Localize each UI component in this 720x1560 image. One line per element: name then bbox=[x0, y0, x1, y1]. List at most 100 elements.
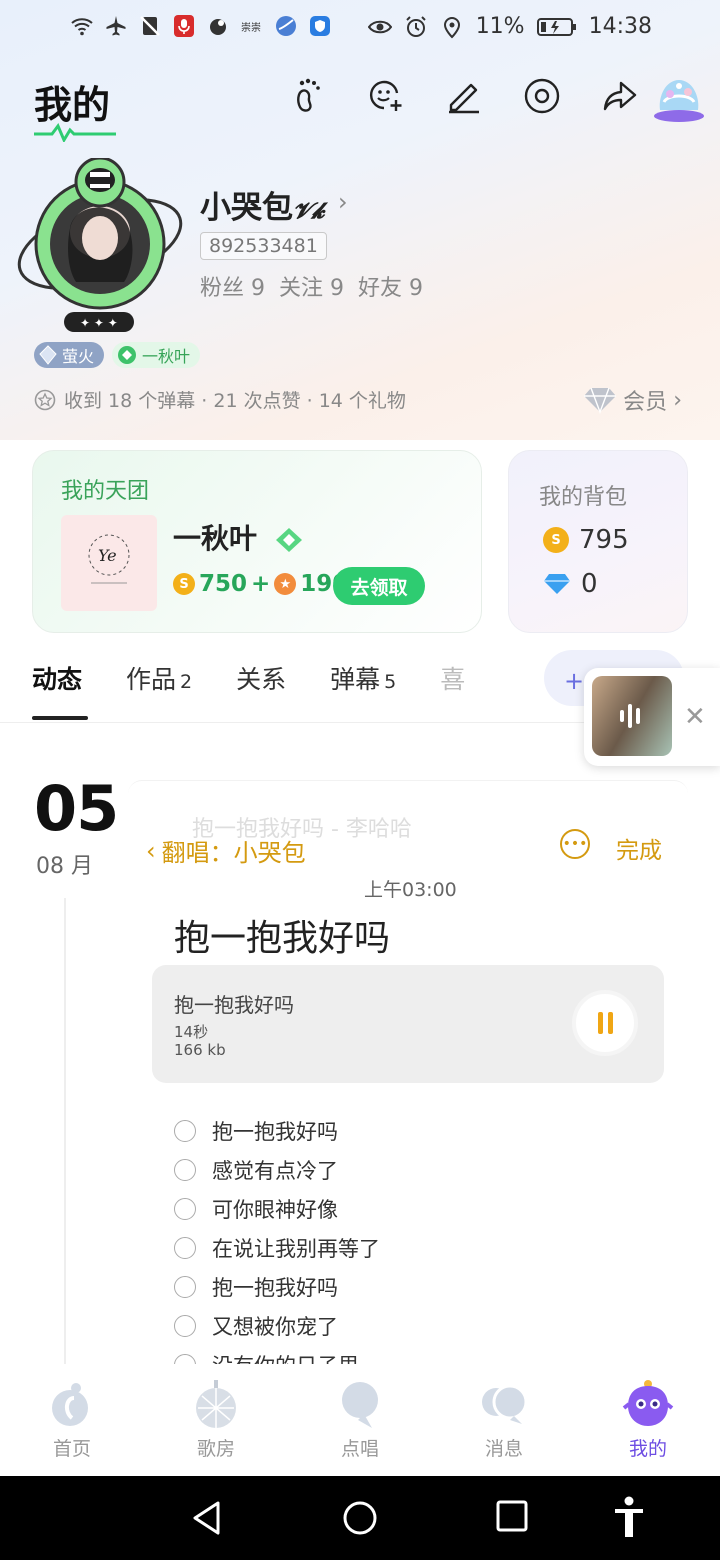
svg-text:崇崇: 崇崇 bbox=[241, 22, 261, 34]
follows-count[interactable]: 关注 9 bbox=[279, 270, 344, 302]
post-time: 上午03:00 bbox=[364, 879, 457, 901]
user-id[interactable]: 892533481 bbox=[200, 232, 327, 260]
settings-icon[interactable] bbox=[522, 76, 562, 116]
diamond-icon bbox=[544, 574, 570, 594]
nav-ktv-room[interactable]: 歌房 bbox=[144, 1364, 288, 1476]
nav-label: 点唱 bbox=[340, 1438, 379, 1460]
tab-works[interactable]: 作品 2 bbox=[126, 660, 192, 696]
coin-icon: S bbox=[543, 527, 569, 553]
svg-text:✦ ✦ ✦: ✦ ✦ ✦ bbox=[80, 316, 118, 330]
chevron-right-icon[interactable]: › bbox=[338, 188, 348, 216]
clock: 14:38 bbox=[588, 14, 652, 39]
timeline-line bbox=[64, 898, 66, 1364]
tab-likes[interactable]: 喜 bbox=[440, 660, 465, 696]
done-button[interactable]: 完成 bbox=[616, 831, 662, 865]
group-name-text: 一秋叶 bbox=[173, 522, 258, 555]
close-icon[interactable]: ✕ bbox=[684, 702, 706, 732]
nav-label: 我的 bbox=[628, 1438, 667, 1460]
mini-player[interactable]: ✕ bbox=[584, 668, 720, 766]
checkbox[interactable] bbox=[174, 1236, 196, 1259]
group-badge[interactable]: 一秋叶 bbox=[112, 342, 201, 368]
battery-percent: 11% bbox=[475, 14, 525, 39]
lyric-text: 可你眼神好像 bbox=[212, 1197, 338, 1222]
checkbox[interactable] bbox=[174, 1197, 196, 1220]
shield-app-icon bbox=[310, 16, 330, 36]
lyric-item[interactable]: 又想被你宠了 bbox=[174, 1306, 380, 1345]
home-button-icon[interactable] bbox=[342, 1500, 378, 1536]
lyric-item[interactable]: 在说让我别再等了 bbox=[174, 1228, 380, 1267]
tab-moments[interactable]: 动态 bbox=[32, 660, 89, 720]
friends-count[interactable]: 好友 9 bbox=[358, 270, 423, 302]
cover-back-link[interactable]: ‹ 翻唱：小哭包 bbox=[146, 833, 306, 868]
home-icon bbox=[52, 1383, 88, 1426]
bag-coins: 795 bbox=[579, 525, 629, 555]
my-bag-title: 我的背包 bbox=[539, 485, 628, 510]
lyric-item[interactable]: 抱一抱我好吗 bbox=[174, 1267, 380, 1306]
timeline-day: 05 bbox=[34, 772, 119, 845]
avatar[interactable]: ✦ ✦ ✦ bbox=[14, 158, 186, 338]
content-tabs: 动态 作品 2 关系 弹幕 5 喜 bbox=[32, 660, 465, 720]
lyric-text: 在说让我别再等了 bbox=[212, 1236, 380, 1261]
decoration-icon[interactable] bbox=[652, 72, 706, 124]
recent-apps-icon[interactable] bbox=[496, 1500, 528, 1532]
app-icon bbox=[210, 19, 226, 35]
fans-count[interactable]: 粉丝 9 bbox=[200, 270, 265, 302]
level-badge[interactable]: 萤火 bbox=[34, 342, 105, 368]
more-icon[interactable]: ••• bbox=[560, 829, 590, 859]
system-navigation-bar bbox=[0, 1476, 720, 1560]
footprint-icon[interactable] bbox=[288, 76, 328, 116]
tab-relations[interactable]: 关系 bbox=[236, 660, 286, 696]
nav-sing[interactable]: 点唱 bbox=[288, 1364, 432, 1476]
nav-home[interactable]: 首页 bbox=[0, 1364, 144, 1476]
checkbox[interactable] bbox=[174, 1119, 196, 1142]
audio-size: 166 kb bbox=[174, 1041, 226, 1059]
share-icon[interactable] bbox=[600, 76, 640, 116]
tab-label: 作品 bbox=[126, 665, 177, 694]
level-badge-label: 萤火 bbox=[62, 347, 95, 366]
add-friend-icon[interactable] bbox=[366, 76, 406, 116]
message-icon bbox=[482, 1384, 528, 1424]
pause-button[interactable] bbox=[572, 990, 638, 1056]
nickname[interactable]: 小哭包𝓥𝓴 bbox=[200, 182, 324, 227]
nav-messages[interactable]: 消息 bbox=[432, 1364, 576, 1476]
received-stats-text: 收到 18 个弹幕 · 21 次点赞 · 14 个礼物 bbox=[64, 390, 406, 412]
checkbox[interactable] bbox=[174, 1275, 196, 1298]
mic-recording-icon bbox=[174, 15, 194, 37]
nav-me[interactable]: 我的 bbox=[576, 1364, 720, 1476]
diamond-icon bbox=[584, 387, 617, 414]
lyric-item[interactable]: 感觉有点冷了 bbox=[174, 1150, 380, 1189]
star-badge-icon bbox=[34, 389, 56, 410]
browser-icon bbox=[276, 16, 296, 36]
leaf-badge-icon bbox=[118, 346, 137, 364]
mini-player-cover[interactable] bbox=[592, 676, 672, 756]
cover-by-label: 翻唱：小哭包 bbox=[161, 839, 306, 867]
lyric-item[interactable]: 抱一抱我好吗 bbox=[174, 1111, 380, 1150]
nav-label: 首页 bbox=[52, 1438, 91, 1460]
edit-icon[interactable] bbox=[444, 76, 484, 116]
lyric-text: 抱一抱我好吗 bbox=[212, 1275, 338, 1300]
notification-icon: 崇崇 bbox=[241, 22, 261, 34]
play-icon[interactable] bbox=[366, 1107, 466, 1207]
reward-coins: 750 bbox=[199, 571, 248, 597]
vip-entry[interactable]: 会员 › bbox=[583, 384, 682, 416]
back-icon[interactable] bbox=[190, 1500, 224, 1536]
tab-label: 喜 bbox=[440, 665, 466, 694]
claim-button[interactable]: 去领取 bbox=[333, 567, 425, 605]
sing-icon bbox=[342, 1382, 378, 1428]
chevron-left-icon: ‹ bbox=[146, 836, 156, 865]
my-bag-card[interactable]: 我的背包 S 795 0 bbox=[508, 450, 688, 633]
bag-diamonds-row: 0 bbox=[543, 569, 598, 599]
lyric-item[interactable]: 可你眼神好像 bbox=[174, 1189, 380, 1228]
checkbox[interactable] bbox=[174, 1314, 196, 1337]
checkbox[interactable] bbox=[174, 1158, 196, 1181]
coin-icon: S bbox=[173, 573, 195, 595]
eye-icon bbox=[367, 20, 392, 33]
tab-count: 2 bbox=[180, 671, 193, 693]
plus-sign: + bbox=[251, 571, 271, 597]
audio-attachment[interactable]: 抱一抱我好吗 14秒 166 kb bbox=[152, 965, 664, 1083]
tab-danmaku[interactable]: 弹幕 5 bbox=[330, 660, 396, 696]
accessibility-icon[interactable] bbox=[612, 1496, 646, 1538]
my-group-card[interactable]: 我的天团 Ye 一秋叶 S 750 + ★ 190 去领取 bbox=[32, 450, 482, 633]
post-card[interactable]: 抱一抱我好吗 - 李哈哈 ‹ 翻唱：小哭包 ••• 完成 上午03:00 抱一抱… bbox=[128, 780, 688, 1380]
vip-label: 会员 bbox=[623, 390, 668, 415]
